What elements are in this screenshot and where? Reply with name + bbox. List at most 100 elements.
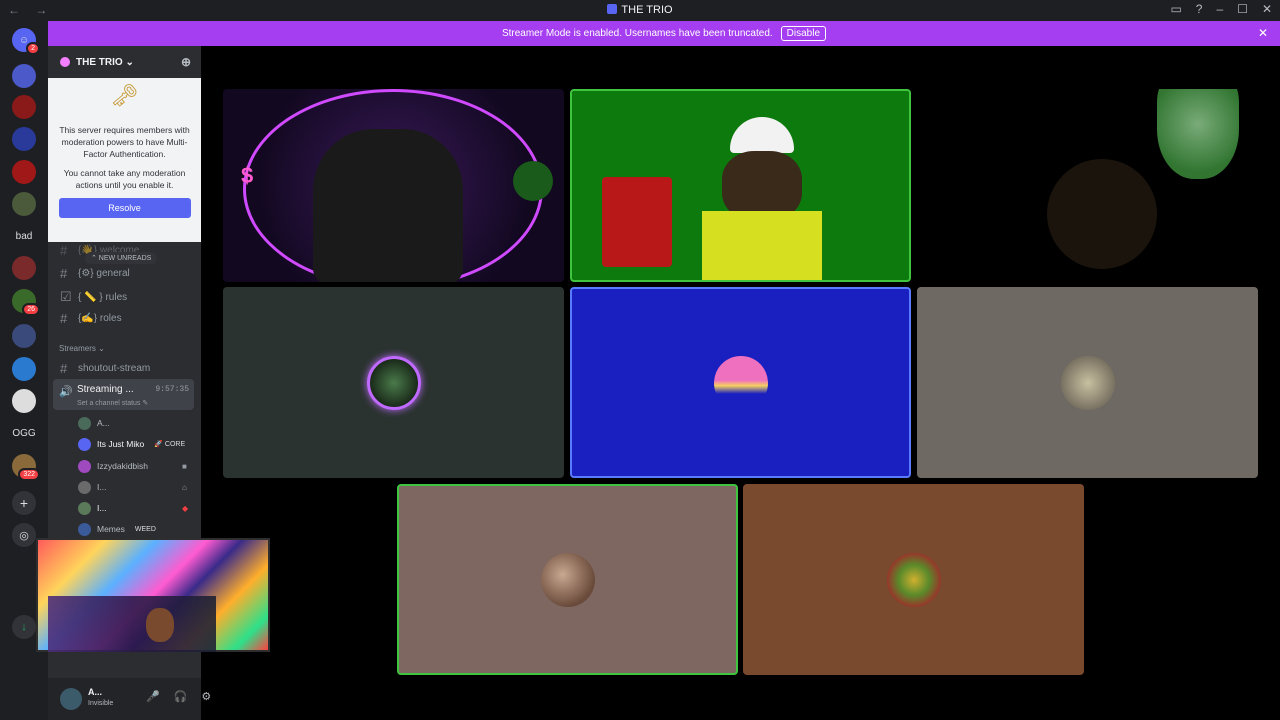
channel-general[interactable]: # {⚙} general	[60, 266, 130, 281]
inbox-icon[interactable]: ▭	[1170, 2, 1181, 16]
avatar[interactable]	[60, 688, 82, 710]
server-icon[interactable]	[12, 64, 36, 88]
participant-tile[interactable]	[917, 287, 1258, 478]
hashtag-icon: #	[60, 243, 68, 258]
server-icon[interactable]: 322	[12, 454, 40, 481]
hashtag-icon: #	[60, 361, 68, 376]
member-name: Memes	[97, 524, 125, 534]
maximize-button[interactable]: ☐	[1237, 2, 1248, 16]
video-tile[interactable]: $	[223, 89, 564, 282]
mfa-note: You cannot take any moderation actions u…	[63, 168, 186, 190]
server-icon[interactable]	[12, 160, 36, 184]
member-name: Its Just Miko	[97, 439, 145, 449]
voice-member[interactable]: I... ⌂	[78, 480, 187, 494]
voice-timer: 9:57:35	[155, 385, 189, 394]
channel-shoutout-stream[interactable]: # shoutout-stream	[60, 361, 150, 376]
role-tag: WEED	[134, 525, 156, 533]
member-name: I...	[97, 503, 107, 513]
notification-badge: 322	[18, 468, 40, 481]
discover-icon[interactable]: ◎	[12, 523, 36, 547]
voice-channel-streaming[interactable]: 🔊 Streaming ... 9:57:35 Set a channel st…	[53, 379, 194, 410]
discord-home-icon[interactable]: ☺ 2	[12, 28, 40, 55]
member-name: I...	[97, 482, 107, 492]
title-bar: ← → THE TRIO ▭ ? – ☐ ✕	[0, 0, 1280, 21]
voice-member[interactable]: Memes WEED	[78, 522, 156, 536]
server-boost-icon	[60, 57, 70, 67]
avatar	[1060, 355, 1115, 410]
add-server-icon[interactable]: +	[12, 491, 36, 515]
channel-status[interactable]: Set a channel status ✎	[77, 399, 148, 407]
download-icon[interactable]: ↓	[12, 615, 36, 639]
role-tag: 🚀 CORE	[154, 441, 186, 448]
disable-streamer-mode-button[interactable]: Disable	[780, 26, 827, 41]
server-icon[interactable]	[12, 256, 36, 280]
voice-member[interactable]: Izzydakidbish ■	[78, 459, 187, 473]
webcam-feed	[48, 596, 216, 652]
resolve-button[interactable]: Resolve	[58, 198, 191, 218]
server-ogg[interactable]: OGG	[12, 421, 36, 445]
server-icon[interactable]	[12, 389, 36, 413]
participant-tile[interactable]	[570, 287, 911, 478]
streamer-silhouette	[313, 129, 463, 282]
channel-roles[interactable]: # {✍} roles	[60, 311, 122, 326]
game-icon: ⌂	[182, 482, 187, 492]
close-button[interactable]: ✕	[1262, 2, 1272, 16]
notification-badge: 2	[26, 42, 40, 55]
mfa-message: This server requires members with modera…	[59, 125, 190, 159]
add-member-icon[interactable]: ⊕	[181, 55, 191, 69]
safety-vest-graphic	[702, 211, 822, 280]
help-icon[interactable]: ?	[1196, 2, 1203, 16]
avatar	[78, 522, 91, 536]
server-header[interactable]: THE TRIO ⌄ ⊕	[48, 46, 201, 78]
channel-rules[interactable]: ☑ { 📏 } rules	[60, 289, 127, 305]
gear-icon[interactable]: ⚙	[201, 690, 211, 703]
microphone-icon[interactable]: 🎤	[146, 690, 160, 703]
server-bad[interactable]: bad	[12, 224, 36, 248]
hashtag-icon: #	[60, 266, 68, 281]
flask-graphic	[1157, 89, 1239, 179]
server-icon[interactable]	[12, 127, 36, 151]
server-icon[interactable]	[12, 324, 36, 348]
participant-tile[interactable]	[397, 484, 738, 675]
window-controls: ▭ ? – ☐ ✕	[1170, 2, 1272, 16]
server-icon[interactable]	[12, 95, 36, 119]
voice-member[interactable]: I... ◆	[78, 501, 188, 515]
dollar-sign-graphic: $	[241, 163, 254, 188]
voice-member[interactable]: A...	[78, 416, 110, 430]
mfa-notice: 🗝 This server requires members with mode…	[48, 78, 201, 242]
avatar	[713, 355, 768, 410]
key-icon: 🗝	[110, 83, 139, 108]
avatar	[540, 552, 595, 607]
camera-icon: ■	[182, 461, 187, 471]
headphones-icon[interactable]: 🎧	[174, 690, 188, 703]
stream-pip-popout[interactable]	[36, 538, 270, 652]
user-panel: A... Invisible 🎤 🎧 ⚙	[48, 678, 211, 720]
channel-name: shoutout-stream	[78, 363, 151, 374]
voice-member[interactable]: Its Just Miko 🚀 CORE	[78, 437, 185, 451]
server-icon[interactable]: 26	[12, 289, 40, 316]
video-tile[interactable]	[570, 89, 911, 282]
channel-name: {⚙} general	[78, 268, 130, 279]
shield-icon: ◆	[182, 503, 189, 513]
avatar	[78, 480, 91, 494]
avatar	[78, 416, 91, 430]
red-board-graphic	[602, 177, 672, 267]
category-streamers[interactable]: Streamers ⌄	[59, 344, 105, 353]
participant-tile[interactable]	[223, 287, 564, 478]
server-icon	[607, 4, 618, 14]
avatar	[78, 437, 91, 451]
server-icon[interactable]	[12, 357, 36, 381]
avatar	[366, 355, 421, 410]
video-tile[interactable]	[917, 89, 1258, 282]
streamer-silhouette	[1047, 159, 1157, 269]
window-title: THE TRIO	[0, 4, 1280, 16]
leaf-graphic	[513, 161, 553, 201]
channel-name: { 📏 } rules	[78, 291, 128, 303]
server-icon[interactable]	[12, 192, 36, 216]
participant-tile[interactable]	[743, 484, 1084, 675]
streamer-mode-banner: Streamer Mode is enabled. Usernames have…	[48, 21, 1280, 46]
new-unreads-pill[interactable]: ⌃ NEW UNREADS	[85, 252, 158, 264]
minimize-button[interactable]: –	[1216, 2, 1223, 16]
close-icon[interactable]: ✕	[1258, 26, 1268, 40]
voice-channel-name: Streaming ...	[77, 384, 134, 395]
